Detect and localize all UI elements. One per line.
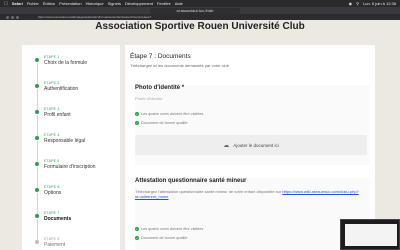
step-number: ETAPE 4 xyxy=(44,133,60,137)
step-number: ETAPE 3 xyxy=(44,107,60,111)
step-done-icon xyxy=(35,110,39,114)
menu-fichier[interactable]: Fichier xyxy=(27,1,39,6)
menubar-clock[interactable]: Lun. 6 juin à 12:38 xyxy=(363,1,396,6)
back-icon[interactable] xyxy=(6,15,9,19)
macos-menubar:  Safari Fichier Édition Présentation Hi… xyxy=(0,0,400,7)
page-title: Association Sportive Rouen Université Cl… xyxy=(95,21,305,32)
doc-placeholder: Photo d'identité xyxy=(135,96,163,101)
screenshot-preview xyxy=(345,224,397,246)
screenshot-thumbnail[interactable] xyxy=(340,219,400,250)
doc-requirement: ✓ Document de bonne qualité xyxy=(135,121,187,125)
doc-title: Attestation questionnaire santé mineur xyxy=(135,178,247,184)
doc-title: Photo d'identité * xyxy=(135,85,185,91)
step-pending-icon xyxy=(35,240,39,244)
doc-requirement: ✓ Document de bonne qualité xyxy=(135,236,187,240)
doc-card-photo-identite: Photo d'identité * Photo d'identité ✓ Le… xyxy=(135,85,370,165)
step-current-icon xyxy=(35,214,39,218)
requirement-text: Les quatre coins doivent être visibles xyxy=(141,112,204,116)
menu-app-safari[interactable]: Safari xyxy=(12,1,23,6)
sidebar-icon[interactable] xyxy=(16,15,19,19)
check-icon: ✓ xyxy=(135,236,139,240)
step-3[interactable]: ETAPE 3 Profil enfant xyxy=(22,99,120,136)
browser-tabbar: ai.associaut.tuo.fr/ab xyxy=(0,7,400,14)
step-done-icon xyxy=(35,58,39,62)
check-icon: ✓ xyxy=(135,121,139,125)
step-number: ETAPE 8 xyxy=(44,237,60,241)
step-label: Options xyxy=(44,190,62,196)
step-8[interactable]: ETAPE 8 Paiement xyxy=(22,229,120,250)
requirement-text: Document de bonne qualité xyxy=(141,236,188,240)
cloud-upload-icon: ☁ xyxy=(223,142,230,149)
menu-edition[interactable]: Édition xyxy=(43,1,55,6)
menu-fenetre[interactable]: Fenêtre xyxy=(157,1,171,6)
upload-dropzone-photo[interactable]: ☁ Ajouter le document ici xyxy=(135,135,367,155)
menu-signets[interactable]: Signets xyxy=(108,1,121,6)
requirement-text: Les quatre coins doivent être visibles xyxy=(141,227,204,231)
step-2[interactable]: ETAPE 2 Authentification xyxy=(22,73,120,110)
step-label: Paiement xyxy=(44,242,66,248)
requirement-text: Document de bonne qualité xyxy=(141,121,188,125)
panel-title: Étape 7 : Documents xyxy=(130,53,191,60)
step-label: Documents xyxy=(44,216,72,222)
step-label: Responsable légal xyxy=(44,138,86,144)
step-done-icon xyxy=(35,84,39,88)
steps-sidebar: ETAPE 1 Choix de la formule ETAPE 2 Auth… xyxy=(22,45,120,250)
step-done-icon xyxy=(35,162,39,166)
menu-historique[interactable]: Historique xyxy=(86,1,104,6)
menu-developpement[interactable]: Développement xyxy=(125,1,153,6)
search-icon[interactable]: ⚲ xyxy=(356,1,359,6)
step-number: ETAPE 1 xyxy=(44,55,60,59)
step-5[interactable]: ETAPE 5 Formulaire d'inscription xyxy=(22,151,120,188)
apple-icon[interactable]:  xyxy=(4,1,8,7)
menu-presentation[interactable]: Présentation xyxy=(59,1,81,6)
panel-subtitle: Téléchargez ici les documents demandés p… xyxy=(130,63,229,68)
step-1[interactable]: ETAPE 1 Choix de la formule xyxy=(22,47,120,84)
step-4[interactable]: ETAPE 4 Responsable légal xyxy=(22,125,120,162)
wifi-icon[interactable]: ◉ xyxy=(349,1,353,6)
step-done-icon xyxy=(35,136,39,140)
documents-panel: Étape 7 : Documents Téléchargez ici les … xyxy=(125,45,375,250)
step-number: ETAPE 6 xyxy=(44,185,60,189)
step-number: ETAPE 2 xyxy=(44,81,60,85)
menu-aide[interactable]: Aide xyxy=(175,1,183,6)
menubar-status-area: ◉ ⚲ Lun. 6 juin à 12:38 xyxy=(345,1,396,6)
step-6[interactable]: ETAPE 6 Options xyxy=(22,177,120,214)
forward-icon[interactable] xyxy=(11,15,14,19)
doc-requirement: ✓ Les quatre coins doivent être visibles xyxy=(135,112,203,116)
step-number: ETAPE 7 xyxy=(44,211,60,215)
step-7[interactable]: ETAPE 7 Documents xyxy=(22,203,120,240)
step-done-icon xyxy=(35,188,39,192)
step-label: Choix de la formule xyxy=(44,60,88,66)
step-label: Formulaire d'inscription xyxy=(44,164,96,170)
step-label: Profil enfant xyxy=(44,112,71,118)
doc-requirement: ✓ Les quatre coins doivent être visibles xyxy=(135,227,203,231)
doc-description: Téléchargez l'attestation questionnaire … xyxy=(135,189,367,199)
step-number: ETAPE 5 xyxy=(44,159,60,163)
browser-nav-buttons xyxy=(6,15,21,19)
step-label: Authentification xyxy=(44,86,79,92)
doc-card-attestation-sante: Attestation questionnaire santé mineur T… xyxy=(135,178,370,250)
upload-label: Ajouter le document ici xyxy=(233,142,279,148)
check-icon: ✓ xyxy=(135,112,139,116)
check-icon: ✓ xyxy=(135,227,139,231)
